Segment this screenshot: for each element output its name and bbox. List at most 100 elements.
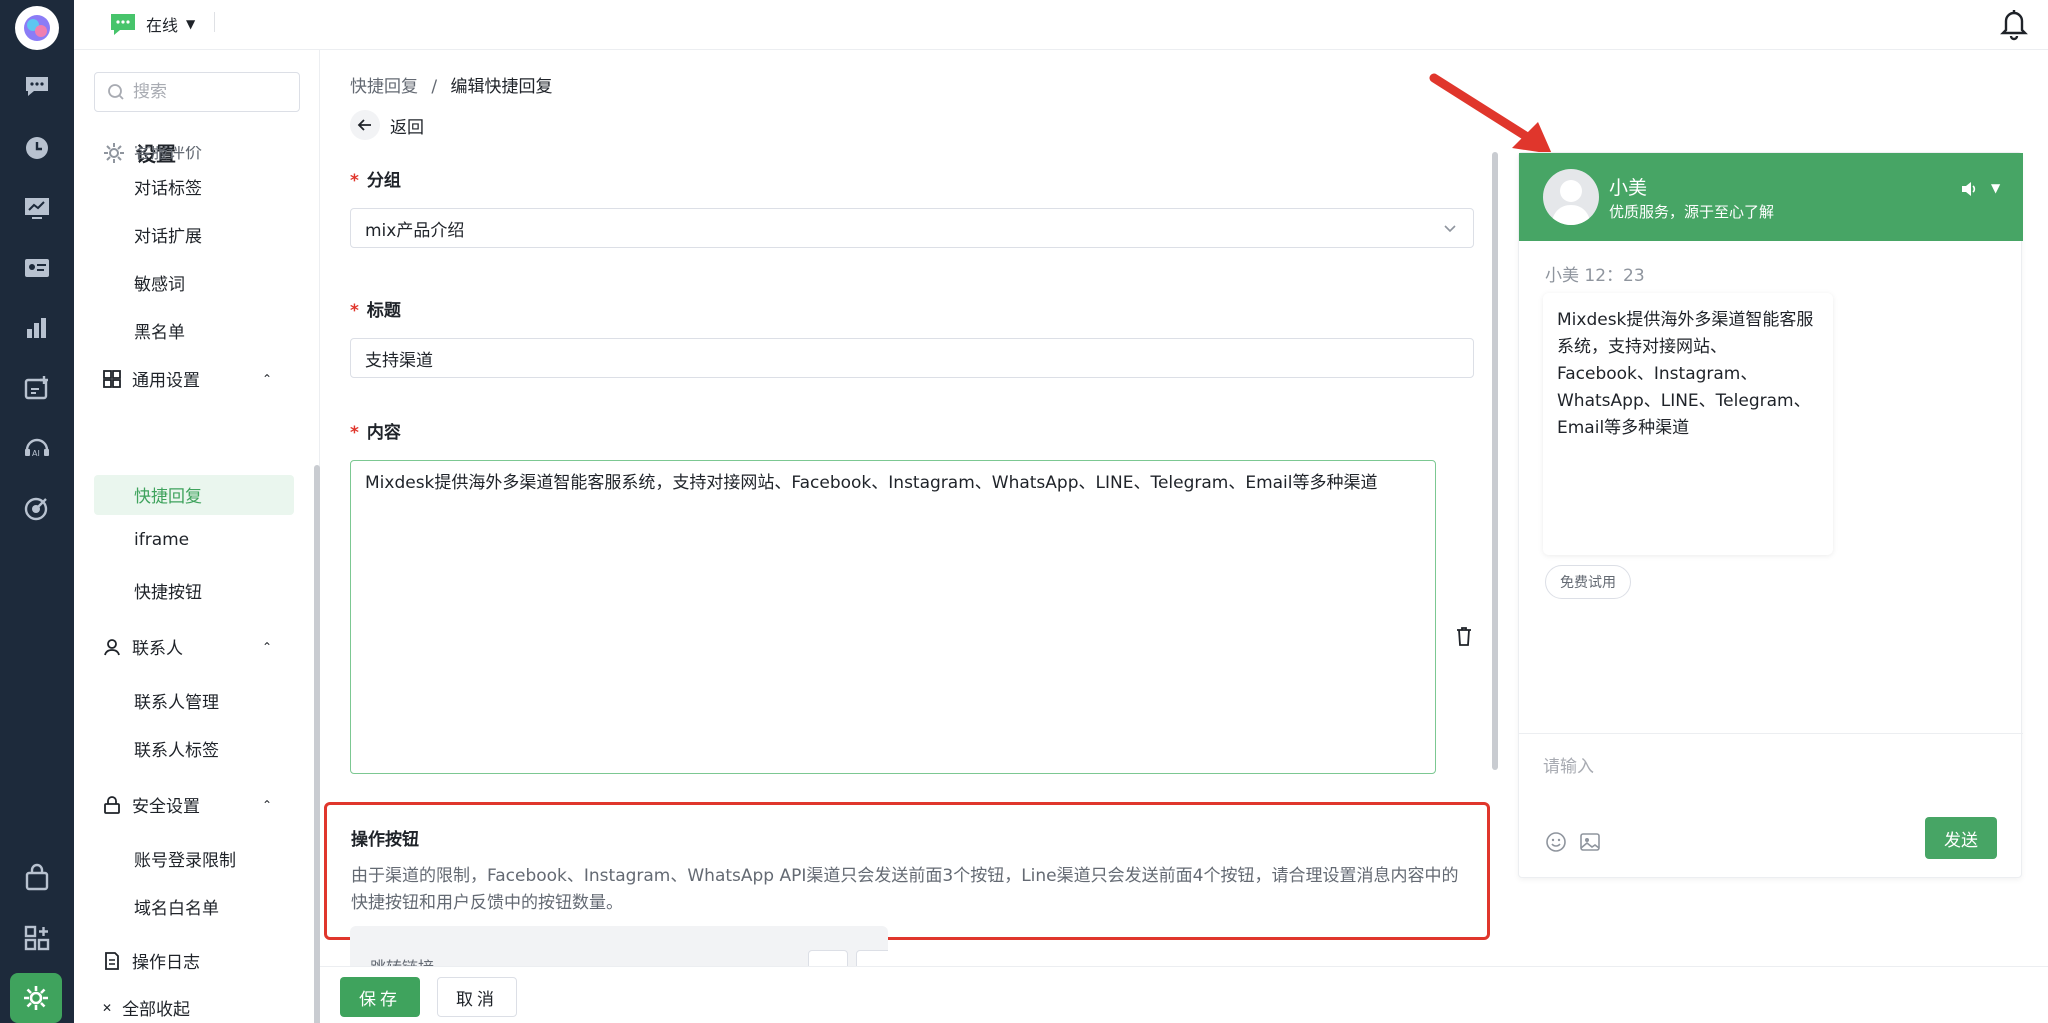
sidebar-group-security[interactable]: 安全设置 ⌃ [102, 792, 272, 817]
online-status-label: 在线 [146, 16, 179, 35]
bar-chart-icon[interactable] [17, 308, 57, 348]
required-mark: * [350, 171, 359, 191]
sidebar-item-sensitive[interactable]: 敏感词 [134, 270, 185, 295]
content-textarea[interactable]: Mixdesk提供海外多渠道智能客服系统，支持对接网站、Facebook、Ins… [350, 460, 1436, 774]
edit-quick-reply-form: 快捷回复 / 编辑快捷回复 返回 * 分组 mix产品介绍 * 标题 支持渠道 * 内… [320, 50, 1500, 1023]
svg-text:AI: AI [32, 449, 40, 458]
monitor-chart-icon[interactable] [17, 188, 57, 228]
save-button[interactable]: 保存 [340, 977, 420, 1017]
back-button[interactable]: 返回 [350, 110, 424, 140]
sidebar-item-op-log-label: 操作日志 [132, 953, 200, 973]
sidebar-group-contacts-label: 联系人 [132, 639, 183, 659]
history-clock-icon[interactable] [17, 128, 57, 168]
chevron-down-icon [1444, 225, 1456, 233]
online-chat-icon [111, 14, 135, 35]
sidebar-item-op-log[interactable]: 操作日志 [102, 948, 200, 973]
avatar [1543, 169, 1599, 225]
top-bar: 在线 ▼ [74, 0, 2048, 50]
chevron-up-icon: ⌃ [262, 639, 273, 654]
app-logo-icon[interactable] [15, 6, 59, 50]
content-label: * 内容 [350, 418, 401, 443]
title-input-value: 支持渠道 [365, 350, 433, 371]
search-icon [108, 84, 124, 100]
breadcrumb-parent[interactable]: 快捷回复 [350, 77, 418, 97]
image-icon[interactable] [1579, 831, 1601, 853]
chevron-up-icon: ⌃ [262, 797, 273, 812]
breadcrumb: 快捷回复 / 编辑快捷回复 [350, 72, 553, 97]
caret-down-icon[interactable]: ▼ [1991, 181, 2000, 195]
search-input[interactable] [133, 82, 283, 102]
sidebar-item-blacklist[interactable]: 黑名单 [134, 318, 185, 343]
sidebar-item-contact-tags[interactable]: 联系人标签 [134, 736, 219, 761]
sidebar-item-iframe[interactable]: iframe [134, 530, 189, 550]
message-text: Mixdesk提供海外多渠道智能客服系统，支持对接网站、Facebook、Ins… [1557, 310, 1814, 438]
document-icon [105, 951, 119, 970]
person-icon [104, 638, 120, 655]
chat-bubble-icon[interactable] [17, 66, 57, 106]
settings-gear-icon[interactable] [10, 973, 62, 1023]
cancel-button[interactable]: 取消 [437, 977, 517, 1017]
jump-link-label: 跳转链接 [370, 954, 434, 966]
contact-card-icon[interactable] [17, 248, 57, 288]
content-label-text: 内容 [366, 423, 401, 443]
ai-headset-icon[interactable]: AI [17, 428, 57, 468]
send-button[interactable]: 发送 [1925, 817, 1997, 859]
icon-rail: AI [0, 0, 74, 1023]
title-label-text: 标题 [366, 301, 401, 321]
sidebar-item-contact-mgmt[interactable]: 联系人管理 [134, 688, 219, 713]
sidebar-item-quick-reply[interactable]: 快捷回复 [134, 482, 202, 507]
breadcrumb-current: 编辑快捷回复 [450, 77, 553, 97]
topbar-divider [214, 12, 215, 32]
collapse-all-label: 全部收起 [122, 1000, 191, 1020]
collapse-card-button[interactable] [808, 950, 848, 966]
online-status-dropdown[interactable]: 在线 ▼ [108, 8, 195, 40]
operation-buttons-section: 操作按钮 由于渠道的限制，Facebook、Instagram、WhatsApp… [324, 802, 1490, 940]
sidebar-item-login-limit[interactable]: 账号登录限制 [134, 846, 236, 871]
group-select-value: mix产品介绍 [365, 220, 465, 241]
sidebar-group-security-label: 安全设置 [132, 797, 200, 817]
collapse-all-button[interactable]: ✕ 全部收起 [102, 995, 190, 1020]
preview-divider [1519, 733, 2023, 734]
sidebar-item-domain-whitelist[interactable]: 域名白名单 [134, 894, 219, 919]
arrow-left-icon [350, 110, 380, 140]
title-input[interactable]: 支持渠道 [350, 338, 1474, 378]
annotation-arrow-icon [1429, 73, 1552, 154]
message-meta: 小美 12：23 [1545, 266, 1645, 286]
content-textarea-value: Mixdesk提供海外多渠道智能客服系统，支持对接网站、Facebook、Ins… [365, 473, 1378, 493]
back-label: 返回 [390, 117, 424, 138]
ops-description: 由于渠道的限制，Facebook、Instagram、WhatsApp API渠… [351, 866, 1459, 913]
preview-header: 小美 优质服务，源于至心了解 ▼ [1519, 153, 2023, 241]
group-select[interactable]: mix产品介绍 [350, 208, 1474, 248]
volume-icon[interactable] [1959, 179, 1979, 199]
jump-link-card[interactable]: 跳转链接 [350, 926, 888, 966]
chat-preview-panel: 小美 优质服务，源于至心了解 ▼ 小美 12：23 Mixdesk提供海外多渠道… [1518, 152, 2023, 878]
agent-subtitle: 优质服务，源于至心了解 [1609, 203, 1775, 221]
sidebar-item-quick-buttons[interactable]: 快捷按钮 [134, 578, 202, 603]
shopping-bag-icon[interactable] [17, 858, 57, 898]
agent-name: 小美 [1609, 177, 1648, 199]
apps-grid-icon[interactable] [17, 918, 57, 958]
required-mark: * [350, 423, 359, 443]
sidebar-group-general[interactable]: 通用设置 ⌃ [102, 366, 320, 391]
sidebar-group-general-label: 通用设置 [132, 371, 200, 391]
free-trial-chip[interactable]: 免费试用 [1545, 565, 1631, 599]
gear-icon [104, 142, 124, 163]
target-icon[interactable] [17, 488, 57, 528]
required-mark: * [350, 301, 359, 321]
delete-card-button[interactable] [856, 950, 888, 966]
caret-down-icon: ▼ [186, 17, 196, 31]
bell-icon[interactable] [1998, 6, 2030, 42]
chevron-up-icon: ⌃ [262, 371, 273, 386]
sidebar-item-conv-tags[interactable]: 对话标签 [134, 174, 202, 199]
sidebar-search[interactable] [94, 72, 300, 112]
sidebar-group-contacts[interactable]: 联系人 ⌃ [102, 634, 272, 659]
trash-icon[interactable] [1454, 625, 1474, 647]
lock-icon [104, 795, 120, 814]
main-scrollbar[interactable] [1492, 152, 1498, 770]
emoji-icon[interactable] [1545, 831, 1567, 853]
sidebar-item-conv-ext[interactable]: 对话扩展 [134, 222, 202, 247]
group-label-text: 分组 [366, 171, 401, 191]
chat-input[interactable] [1543, 749, 1983, 785]
ticket-add-icon[interactable] [17, 368, 57, 408]
grid-icon [103, 369, 121, 388]
